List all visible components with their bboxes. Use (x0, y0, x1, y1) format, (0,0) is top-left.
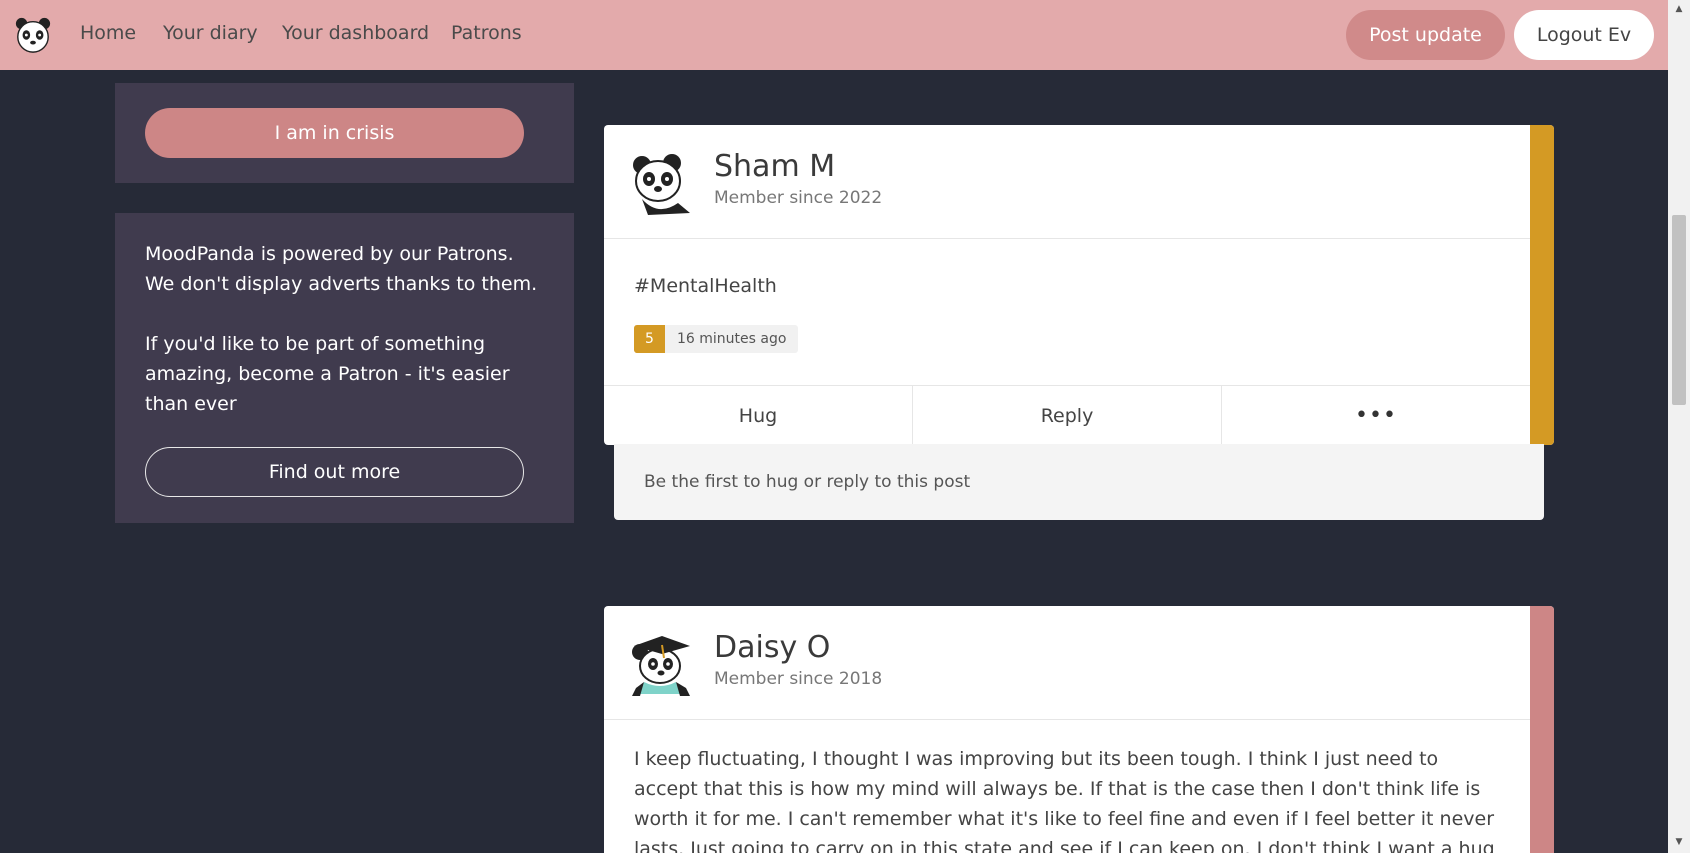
find-out-more-button[interactable]: Find out more (145, 447, 524, 497)
post-card: Daisy O Member since 2018 I keep fluctua… (604, 606, 1554, 853)
mood-rating: 5 (634, 325, 665, 353)
nav-dashboard-link[interactable]: Your dashboard (282, 22, 429, 44)
post-timestamp: 16 minutes ago (677, 331, 787, 347)
scrollbar-thumb[interactable] (1672, 215, 1686, 405)
nav-patrons-link[interactable]: Patrons (451, 22, 522, 44)
reply-prompt: Be the first to hug or reply to this pos… (644, 472, 971, 492)
scroll-up-arrow-icon[interactable]: ▲ (1672, 3, 1686, 15)
post-actions: Hug Reply ••• (604, 385, 1530, 445)
post-header: Sham M Member since 2022 (604, 125, 1530, 239)
post-author-name[interactable]: Sham M (714, 149, 835, 184)
post-update-button[interactable]: Post update (1346, 10, 1505, 60)
panda-avatar-icon[interactable] (628, 151, 692, 215)
post-text[interactable]: #MentalHealth (634, 275, 777, 297)
logout-button[interactable]: Logout Ev (1514, 10, 1654, 60)
nav-home-link[interactable]: Home (80, 22, 136, 44)
post-member-since: Member since 2022 (714, 188, 883, 208)
mood-color-bar (1530, 606, 1554, 853)
scroll-down-arrow-icon[interactable]: ▼ (1672, 836, 1686, 848)
nav-diary-link[interactable]: Your diary (163, 22, 258, 44)
crisis-card: I am in crisis (115, 83, 574, 183)
reply-summary-box: Be the first to hug or reply to this pos… (614, 444, 1544, 520)
panda-logo-icon[interactable] (14, 16, 52, 54)
top-navbar: Home Your diary Your dashboard Patrons P… (0, 0, 1668, 70)
post-header: Daisy O Member since 2018 (604, 606, 1530, 720)
patron-message: MoodPanda is powered by our Patrons. We … (145, 239, 545, 419)
post-text[interactable]: I keep fluctuating, I thought I was impr… (634, 744, 1504, 853)
hug-button[interactable]: Hug (604, 386, 913, 445)
more-dots-icon: ••• (1355, 403, 1397, 428)
post-card: Sham M Member since 2022 #MentalHealth 5… (604, 125, 1554, 445)
scrollbar-track[interactable] (1668, 0, 1690, 853)
panda-graduate-avatar-icon[interactable] (628, 632, 692, 696)
reply-button[interactable]: Reply (913, 386, 1222, 445)
more-options-button[interactable]: ••• (1222, 386, 1530, 445)
mood-badge: 5 16 minutes ago (634, 325, 799, 353)
mood-color-bar (1530, 125, 1554, 445)
patron-text-2: If you'd like to be part of something am… (145, 333, 510, 415)
patron-text-1: MoodPanda is powered by our Patrons. We … (145, 243, 538, 295)
post-author-name[interactable]: Daisy O (714, 630, 830, 665)
patron-card: MoodPanda is powered by our Patrons. We … (115, 213, 574, 523)
post-member-since: Member since 2018 (714, 669, 883, 689)
crisis-button[interactable]: I am in crisis (145, 108, 524, 158)
